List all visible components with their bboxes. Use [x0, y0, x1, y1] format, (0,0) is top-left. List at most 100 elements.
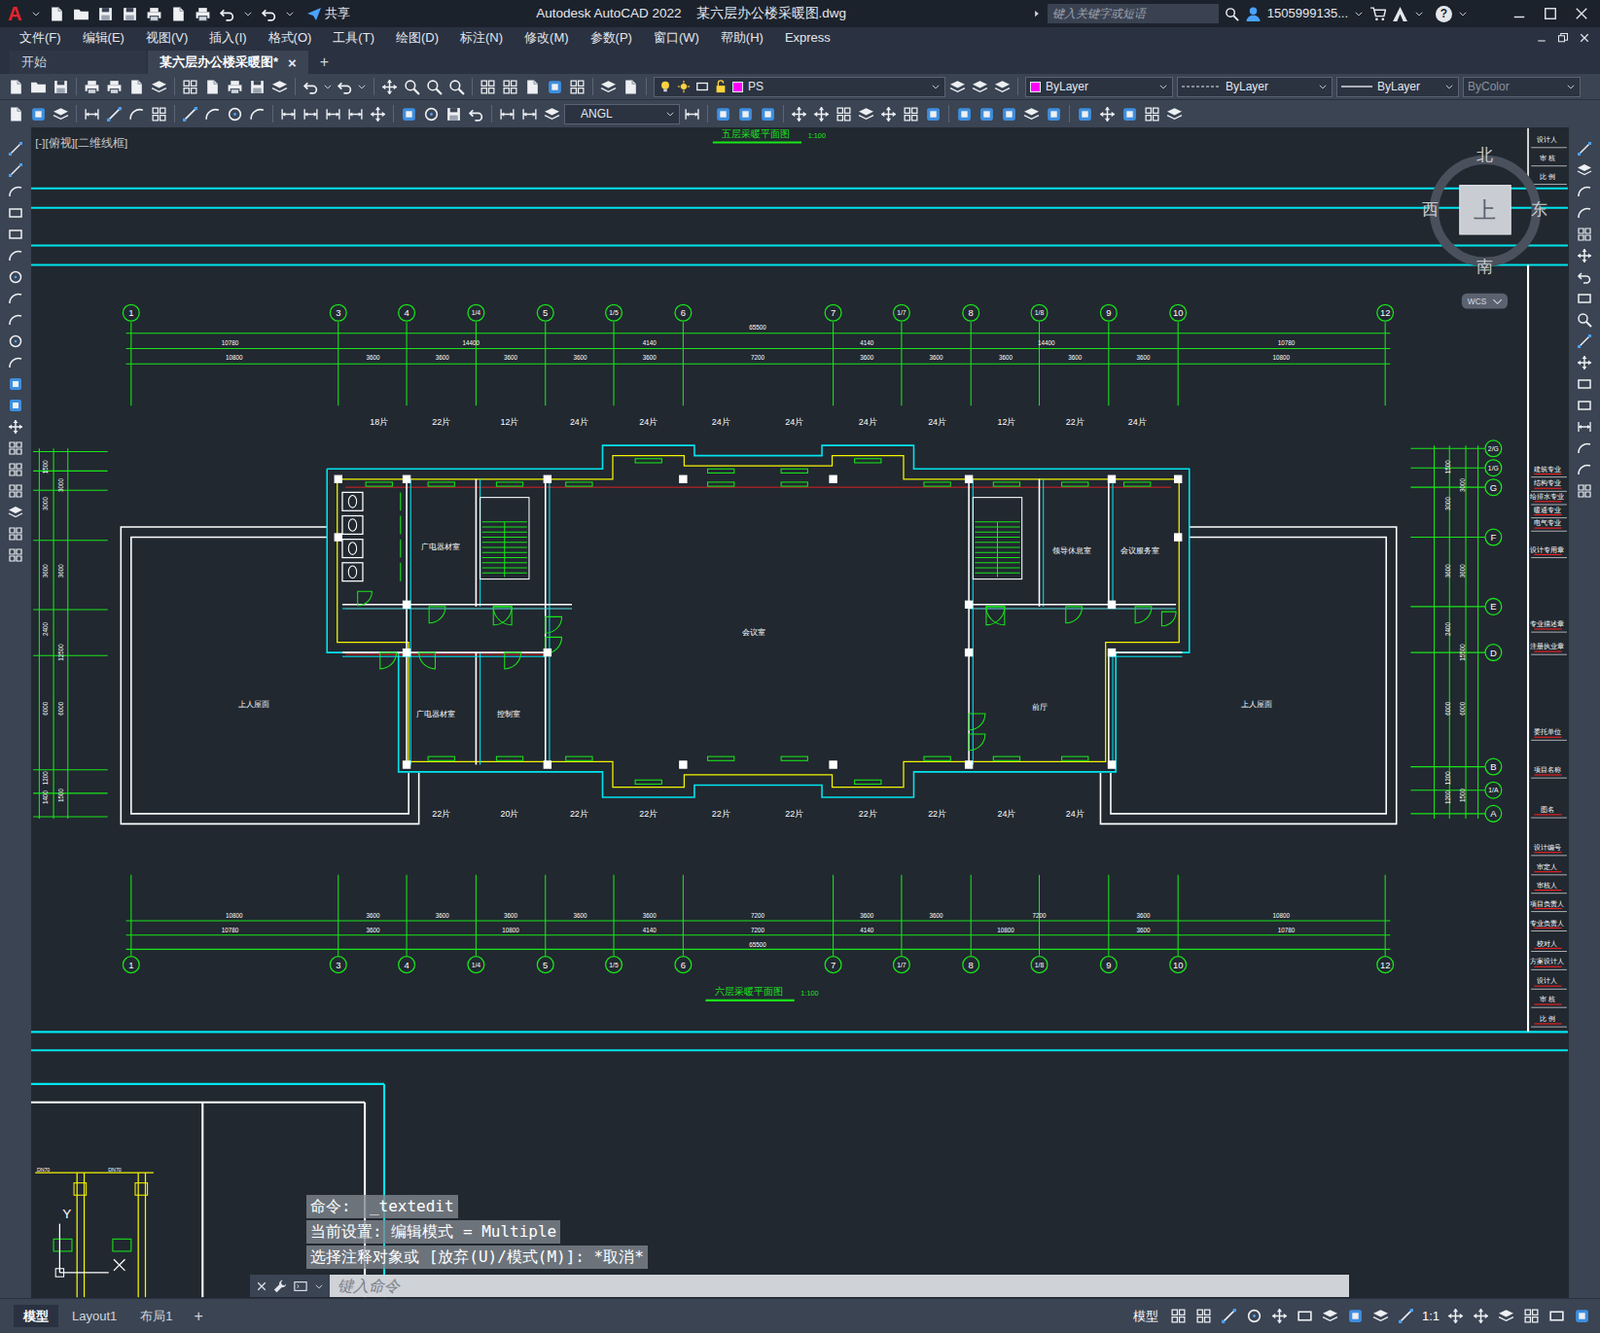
grid-icon[interactable]	[902, 106, 920, 123]
undo-icon[interactable]	[260, 5, 278, 23]
menu-item[interactable]: Express	[777, 28, 839, 48]
menu-item[interactable]: 编辑(E)	[74, 28, 133, 48]
arc-icon[interactable]	[1576, 183, 1593, 200]
layers-icon[interactable]	[949, 78, 966, 96]
wcs-menu[interactable]	[1461, 293, 1508, 310]
block-icon[interactable]	[1076, 106, 1094, 123]
expand-icon[interactable]	[1031, 7, 1042, 20]
arc-icon[interactable]	[128, 106, 145, 123]
print-icon[interactable]	[83, 78, 101, 96]
rectangle-icon[interactable]	[7, 205, 24, 221]
arc-icon[interactable]	[7, 183, 24, 200]
new-icon[interactable]	[204, 78, 221, 96]
dropdown-chevron-icon[interactable]	[1158, 81, 1169, 92]
menu-item[interactable]: 标注(N)	[452, 28, 511, 48]
undo-icon[interactable]	[302, 78, 320, 96]
undo-icon[interactable]	[336, 78, 354, 96]
grid-icon[interactable]	[1523, 1308, 1540, 1325]
grid-icon[interactable]	[501, 78, 519, 96]
arc-icon[interactable]	[1576, 462, 1593, 478]
move-icon[interactable]	[1447, 1308, 1464, 1325]
dropdown-chevron-icon[interactable]	[1317, 81, 1328, 92]
print-icon[interactable]	[145, 5, 163, 23]
grid-icon[interactable]	[7, 440, 24, 457]
save-icon[interactable]	[445, 106, 463, 123]
move-icon[interactable]	[381, 78, 398, 96]
arc-icon[interactable]	[7, 355, 24, 371]
rectangle-icon[interactable]	[1576, 290, 1593, 307]
menu-item[interactable]: 格式(O)	[260, 28, 320, 48]
menu-item[interactable]: 视图(V)	[138, 28, 196, 48]
undo-icon[interactable]	[467, 106, 485, 123]
grid-icon[interactable]	[181, 78, 199, 96]
layers-icon[interactable]	[1321, 1308, 1339, 1325]
rectangle-icon[interactable]	[695, 79, 710, 94]
line-icon[interactable]	[1576, 141, 1593, 157]
layers-icon[interactable]	[1023, 106, 1040, 123]
doc-close-icon[interactable]	[1578, 32, 1591, 44]
grid-icon[interactable]	[7, 483, 24, 499]
zoom-icon[interactable]	[448, 78, 465, 96]
block-icon[interactable]	[978, 106, 996, 123]
menu-item[interactable]: 工具(T)	[324, 28, 383, 48]
move-icon[interactable]	[790, 106, 808, 123]
layers-icon[interactable]	[994, 78, 1011, 96]
block-icon[interactable]	[1045, 106, 1063, 123]
menu-item[interactable]: 绘图(D)	[388, 28, 447, 48]
dimension-icon[interactable]	[683, 106, 701, 123]
line-icon[interactable]	[181, 106, 199, 123]
dimension-icon[interactable]	[324, 106, 342, 123]
block-icon[interactable]	[924, 106, 942, 123]
menu-item[interactable]: 帮助(H)	[712, 28, 772, 48]
grid-icon[interactable]	[1576, 483, 1593, 499]
user-name[interactable]: 1505999135...	[1267, 3, 1349, 24]
dimension-icon[interactable]	[498, 106, 516, 123]
block-icon[interactable]	[737, 106, 754, 123]
undo-icon[interactable]	[218, 5, 236, 23]
new-icon[interactable]	[7, 78, 25, 96]
model-space[interactable]: [-][俯视][二维线框]五层采暖平面图1:100六层采暖平面图1:100113…	[31, 127, 1569, 1299]
open-icon[interactable]	[30, 78, 47, 96]
grid-icon[interactable]	[1170, 1308, 1187, 1325]
menu-item[interactable]: 参数(P)	[582, 28, 640, 48]
dropdown-chevron-icon[interactable]	[284, 8, 295, 19]
circle-icon[interactable]	[1245, 1308, 1263, 1325]
new-icon[interactable]	[48, 5, 66, 23]
layers-icon[interactable]	[857, 106, 875, 123]
layers-icon[interactable]	[1497, 1308, 1515, 1325]
app-store-icon[interactable]	[1391, 5, 1409, 23]
dimstyle-dropdown[interactable]: ANGL	[564, 104, 680, 125]
linetype-dropdown[interactable]: ByLayer	[1176, 76, 1333, 98]
dropdown-chevron-icon[interactable]	[930, 81, 941, 92]
dropdown-chevron-icon[interactable]	[31, 8, 41, 19]
circle-icon[interactable]	[7, 333, 24, 350]
save-icon[interactable]	[248, 78, 266, 96]
dropdown-chevron-icon[interactable]	[1565, 81, 1576, 92]
grid-icon[interactable]	[7, 526, 24, 542]
block-icon[interactable]	[956, 106, 973, 123]
rectangle-icon[interactable]	[1576, 376, 1593, 392]
doc-restore-icon[interactable]	[1557, 32, 1569, 44]
space-toggle[interactable]: 模型	[1127, 1307, 1165, 1327]
save-icon[interactable]	[121, 5, 139, 23]
save-icon[interactable]	[97, 5, 114, 23]
circle-icon[interactable]	[423, 106, 440, 123]
dropdown-chevron-icon[interactable]	[314, 1281, 324, 1292]
solid-line-icon[interactable]	[1341, 82, 1373, 91]
zoom-icon[interactable]	[426, 78, 443, 96]
grid-icon[interactable]	[479, 78, 497, 96]
close-icon[interactable]	[1574, 6, 1589, 21]
grid-icon[interactable]	[7, 547, 24, 564]
dimension-icon[interactable]	[280, 106, 297, 123]
line-icon[interactable]	[7, 162, 24, 178]
new-icon[interactable]	[128, 78, 145, 96]
block-icon[interactable]	[400, 106, 418, 123]
viewcube-ring[interactable]	[1434, 159, 1537, 262]
save-icon[interactable]	[52, 78, 70, 96]
block-icon[interactable]	[30, 106, 47, 123]
new-icon[interactable]	[170, 5, 187, 23]
move-icon[interactable]	[369, 106, 387, 123]
minimize-icon[interactable]	[1512, 6, 1527, 21]
new-icon[interactable]	[622, 78, 640, 96]
line-icon[interactable]	[1576, 333, 1593, 350]
